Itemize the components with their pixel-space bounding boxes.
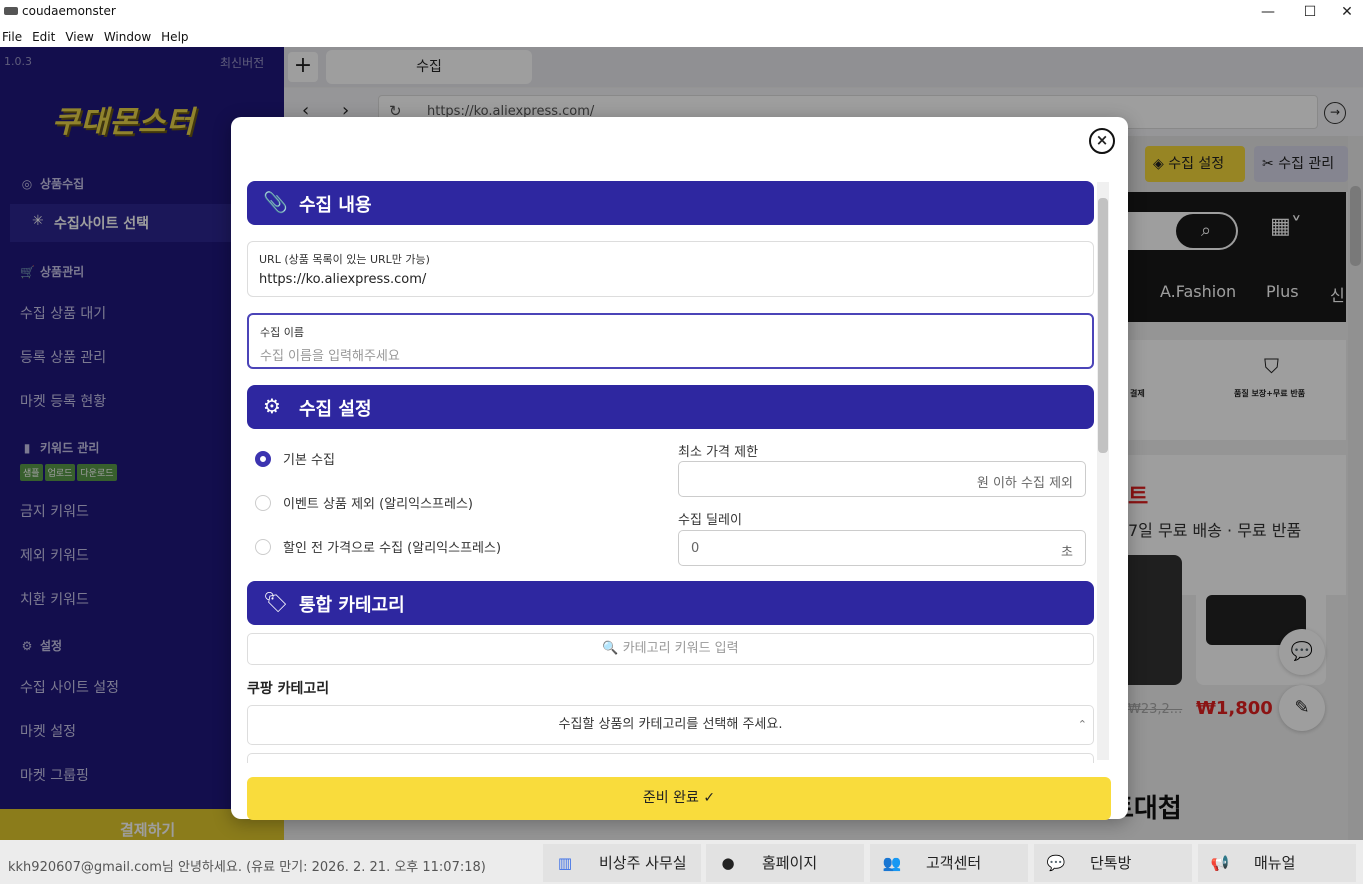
url-field[interactable]: URL (상품 목록이 있는 URL만 가능) https://ko.aliex… bbox=[247, 241, 1094, 297]
building-icon: ▥ bbox=[557, 854, 573, 872]
delay-value: 0 bbox=[691, 541, 700, 556]
homepage-button[interactable]: ● 홈페이지 bbox=[706, 844, 864, 882]
app-icon bbox=[4, 7, 18, 15]
radio-dot[interactable] bbox=[255, 495, 271, 511]
menu-bar: File Edit View Window Help bbox=[0, 26, 1363, 46]
collect-name-input[interactable]: 수집 이름을 입력해주세요 bbox=[260, 345, 1092, 364]
group-chat-button[interactable]: 💬 단톡방 bbox=[1034, 844, 1192, 882]
delay-input[interactable]: 0 초 bbox=[678, 530, 1086, 566]
min-price-input[interactable]: 원 이하 수집 제외 bbox=[678, 461, 1086, 497]
radio-dot[interactable] bbox=[255, 539, 271, 555]
category-select[interactable]: 수집할 상품의 카테고리를 선택해 주세요. ⌃ bbox=[247, 705, 1094, 745]
url-label: URL (상품 목록이 있는 URL만 가능) bbox=[259, 253, 430, 266]
kakao-icon: 💬 bbox=[1046, 854, 1066, 872]
section-collect-settings: ⚙ 수집 설정 bbox=[247, 385, 1094, 429]
modal-scrollbar-thumb[interactable] bbox=[1098, 198, 1108, 453]
category-select-2[interactable] bbox=[247, 753, 1094, 763]
category-search-input[interactable]: 🔍 카테고리 키워드 입력 bbox=[247, 633, 1094, 665]
menu-window[interactable]: Window bbox=[102, 27, 153, 44]
menu-file[interactable]: File bbox=[0, 27, 24, 44]
delay-label: 수집 딜레이 bbox=[678, 513, 742, 528]
close-window-button[interactable]: ✕ bbox=[1332, 2, 1362, 22]
status-text: kkh920607@gmail.com님 안녕하세요. (유료 만기: 2026… bbox=[8, 860, 486, 875]
gear-icon: ⚙ bbox=[263, 394, 281, 418]
radio-exclude-event[interactable]: 이벤트 상품 제외 (알리익스프레스) bbox=[255, 493, 473, 512]
support-button[interactable]: 👥 고객센터 bbox=[870, 844, 1028, 882]
coupang-category-label: 쿠팡 카테고리 bbox=[247, 681, 330, 697]
menu-edit[interactable]: Edit bbox=[30, 27, 57, 44]
menu-view[interactable]: View bbox=[63, 27, 95, 44]
close-icon[interactable]: × bbox=[1089, 128, 1115, 154]
users-icon: 👥 bbox=[882, 854, 902, 872]
minimize-button[interactable]: — bbox=[1253, 2, 1283, 22]
section-category: 🏷 통합 카테고리 bbox=[247, 581, 1094, 625]
paperclip-icon: 📎 bbox=[263, 190, 288, 214]
delay-unit: 초 bbox=[1061, 545, 1073, 560]
ready-button[interactable]: 준비 완료 ✓ bbox=[247, 777, 1111, 820]
manual-button[interactable]: 📢 매뉴얼 bbox=[1198, 844, 1356, 882]
megaphone-icon: 📢 bbox=[1210, 854, 1230, 872]
tag-icon: 🏷 bbox=[263, 590, 289, 614]
min-price-label: 최소 가격 제한 bbox=[678, 445, 759, 460]
maximize-button[interactable]: ☐ bbox=[1295, 2, 1325, 22]
logo-icon: ● bbox=[721, 854, 735, 872]
chevron-updown-icon: ⌃ bbox=[1077, 718, 1087, 731]
collect-name-label: 수집 이름 bbox=[260, 326, 304, 339]
url-value[interactable]: https://ko.aliexpress.com/ bbox=[259, 272, 1093, 287]
section-collect-content: 📎 수집 내용 bbox=[247, 181, 1094, 225]
title-bar: coudaemonster — ☐ ✕ bbox=[0, 0, 1363, 24]
office-button[interactable]: ▥ 비상주 사무실 bbox=[543, 844, 701, 882]
check-circle-icon: ✓ bbox=[703, 790, 716, 806]
radio-pre-discount[interactable]: 할인 전 가격으로 수집 (알리익스프레스) bbox=[255, 537, 501, 556]
radio-basic[interactable]: 기본 수집 bbox=[255, 449, 335, 468]
radio-dot-selected[interactable] bbox=[255, 451, 271, 467]
menu-help[interactable]: Help bbox=[159, 27, 190, 44]
window-title: coudaemonster bbox=[22, 4, 116, 18]
collect-name-field[interactable]: 수집 이름 수집 이름을 입력해주세요 bbox=[247, 313, 1094, 369]
